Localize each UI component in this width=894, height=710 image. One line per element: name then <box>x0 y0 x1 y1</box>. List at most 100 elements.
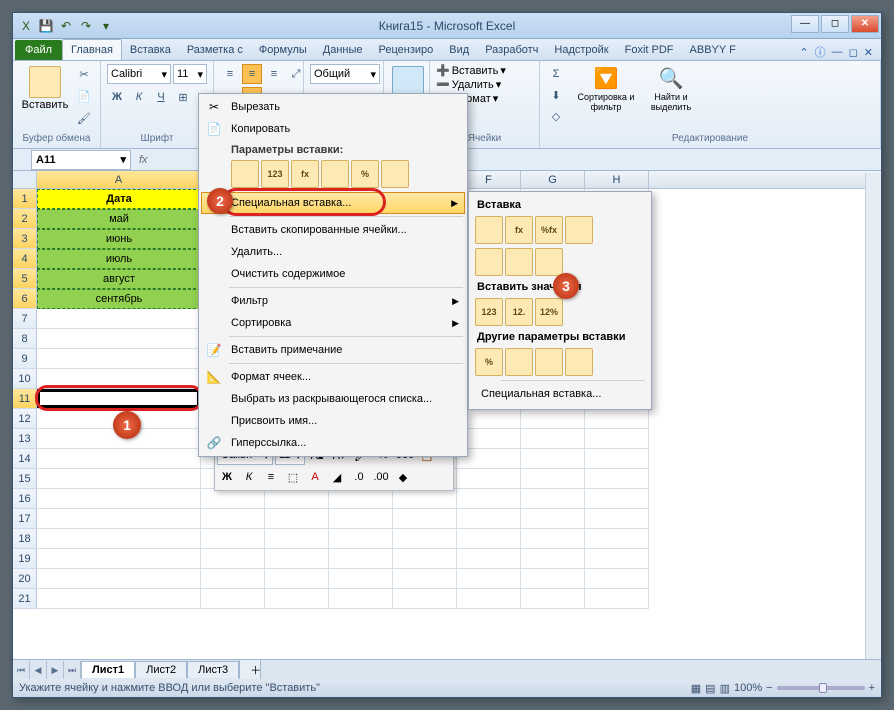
row-header[interactable]: 21 <box>13 589 37 609</box>
tab-data[interactable]: Данные <box>315 40 371 60</box>
cm-pick-dropdown[interactable]: Выбрать из раскрывающегося списка... <box>201 388 465 410</box>
name-box[interactable]: A11▾ <box>31 150 131 170</box>
sm-formatting-icon[interactable]: % <box>475 348 503 376</box>
tab-abbyy[interactable]: ABBYY F <box>682 40 744 60</box>
sheet-tab-2[interactable]: Лист2 <box>135 661 187 678</box>
sheet-tab-3[interactable]: Лист3 <box>187 661 239 678</box>
paste-link-icon[interactable] <box>381 160 409 188</box>
zoom-level[interactable]: 100% <box>734 682 762 694</box>
sm-values-sourcefmt-icon[interactable]: 12% <box>535 298 563 326</box>
cell-a5[interactable]: август <box>37 269 201 289</box>
number-format-combo[interactable]: Общий▾ <box>310 64 380 84</box>
view-normal-icon[interactable]: ▦ <box>691 682 701 695</box>
paste-button[interactable]: Вставить <box>19 64 71 113</box>
row-header[interactable]: 11 <box>13 389 37 409</box>
help-icon[interactable]: ⓘ <box>815 44 826 60</box>
cells-delete-label[interactable]: Удалить <box>452 79 494 91</box>
copy-button[interactable]: 📄 <box>74 86 94 106</box>
row-header[interactable]: 15 <box>13 469 37 489</box>
font-name-combo[interactable]: Calibri▾ <box>107 64 171 84</box>
undo-icon[interactable]: ↶ <box>57 17 75 35</box>
row-header[interactable]: 10 <box>13 369 37 389</box>
align-bottom-button[interactable]: ≡ <box>264 64 284 84</box>
tab-review[interactable]: Рецензиро <box>371 40 442 60</box>
tab-formulas[interactable]: Формулы <box>251 40 315 60</box>
zoom-in-button[interactable]: + <box>869 682 875 694</box>
paste-all-icon[interactable] <box>231 160 259 188</box>
row-header[interactable]: 2 <box>13 209 37 229</box>
cell-a3[interactable]: июнь <box>37 229 201 249</box>
mini-bold[interactable]: Ж <box>217 467 237 487</box>
sm-picture-icon[interactable] <box>535 348 563 376</box>
sm-paste-all-icon[interactable] <box>475 216 503 244</box>
cm-clear[interactable]: Очистить содержимое <box>201 263 465 285</box>
mini-border[interactable]: ⬚ <box>283 467 303 487</box>
cm-copy[interactable]: 📄Копировать <box>201 118 465 140</box>
find-select-button[interactable]: 🔍Найти и выделить <box>640 64 702 114</box>
sm-paste-colwidth-icon[interactable] <box>475 248 503 276</box>
mini-font-color[interactable]: A <box>305 467 325 487</box>
col-header-a[interactable]: A <box>37 171 201 188</box>
sm-values-icon[interactable]: 123 <box>475 298 503 326</box>
row-header[interactable]: 6 <box>13 289 37 309</box>
qat-customize-icon[interactable]: ▾ <box>97 17 115 35</box>
align-middle-button[interactable]: ≡ <box>242 64 262 84</box>
cm-sort[interactable]: Сортировка▶ <box>201 312 465 334</box>
row-header[interactable]: 12 <box>13 409 37 429</box>
mini-italic[interactable]: К <box>239 467 259 487</box>
font-size-combo[interactable]: 11▾ <box>173 64 207 84</box>
paste-formatting-icon[interactable]: % <box>351 160 379 188</box>
fill-button[interactable]: ⬇ <box>546 85 566 105</box>
cut-button[interactable]: ✂ <box>74 64 94 84</box>
row-header[interactable]: 13 <box>13 429 37 449</box>
vertical-scrollbar[interactable] <box>865 173 881 659</box>
cm-delete[interactable]: Удалить... <box>201 241 465 263</box>
select-all-corner[interactable] <box>13 171 37 188</box>
sm-paste-noborder-icon[interactable] <box>535 248 563 276</box>
new-sheet-button[interactable]: ＋ <box>239 659 261 680</box>
mini-dec-decimal[interactable]: .00 <box>371 467 391 487</box>
tab-file[interactable]: Файл <box>15 40 62 60</box>
border-button[interactable]: ⊞ <box>173 87 193 107</box>
row-header[interactable]: 5 <box>13 269 37 289</box>
cm-paste-special[interactable]: Специальная вставка...▶ <box>201 192 465 214</box>
bold-button[interactable]: Ж <box>107 87 127 107</box>
clear-button[interactable]: ◇ <box>546 106 566 126</box>
row-header[interactable]: 16 <box>13 489 37 509</box>
doc-max-icon[interactable]: ◻ <box>849 46 858 59</box>
cm-insert-copied[interactable]: Вставить скопированные ячейки... <box>201 219 465 241</box>
cell-a1[interactable]: Дата <box>37 189 201 209</box>
cell-a2[interactable]: май <box>37 209 201 229</box>
tab-developer[interactable]: Разработч <box>477 40 546 60</box>
redo-icon[interactable]: ↷ <box>77 17 95 35</box>
cells-delete-icon[interactable]: ➖ <box>436 78 450 91</box>
row-header[interactable]: 7 <box>13 309 37 329</box>
cm-format-cells[interactable]: 📐Формат ячеек... <box>201 366 465 388</box>
fx-icon[interactable]: fx <box>139 154 148 166</box>
cm-comment[interactable]: 📝Вставить примечание <box>201 339 465 361</box>
autosum-button[interactable]: Σ <box>546 64 566 84</box>
row-header[interactable]: 20 <box>13 569 37 589</box>
orientation-button[interactable]: ⤢ <box>286 64 306 84</box>
col-header-h[interactable]: H <box>585 171 649 188</box>
tab-layout[interactable]: Разметка с <box>179 40 251 60</box>
minimize-button[interactable]: — <box>791 15 819 33</box>
row-header[interactable]: 4 <box>13 249 37 269</box>
mini-merge[interactable]: ◆ <box>393 467 413 487</box>
paste-values-icon[interactable]: 123 <box>261 160 289 188</box>
sm-linked-picture-icon[interactable] <box>565 348 593 376</box>
underline-button[interactable]: Ч <box>151 87 171 107</box>
row-header[interactable]: 19 <box>13 549 37 569</box>
tab-view[interactable]: Вид <box>441 40 477 60</box>
row-header[interactable]: 3 <box>13 229 37 249</box>
sm-paste-special-dialog[interactable]: Специальная вставка... <box>473 383 647 405</box>
italic-button[interactable]: К <box>129 87 149 107</box>
zoom-slider[interactable] <box>777 686 865 690</box>
sheet-nav-prev[interactable]: ◀ <box>30 661 47 679</box>
ribbon-minimize-icon[interactable]: ⌃ <box>799 46 808 59</box>
cm-define-name[interactable]: Присвоить имя... <box>201 410 465 432</box>
align-top-button[interactable]: ≡ <box>220 64 240 84</box>
row-header[interactable]: 18 <box>13 529 37 549</box>
sheet-nav-first[interactable]: ⏮ <box>13 661 30 679</box>
tab-home[interactable]: Главная <box>62 39 122 60</box>
